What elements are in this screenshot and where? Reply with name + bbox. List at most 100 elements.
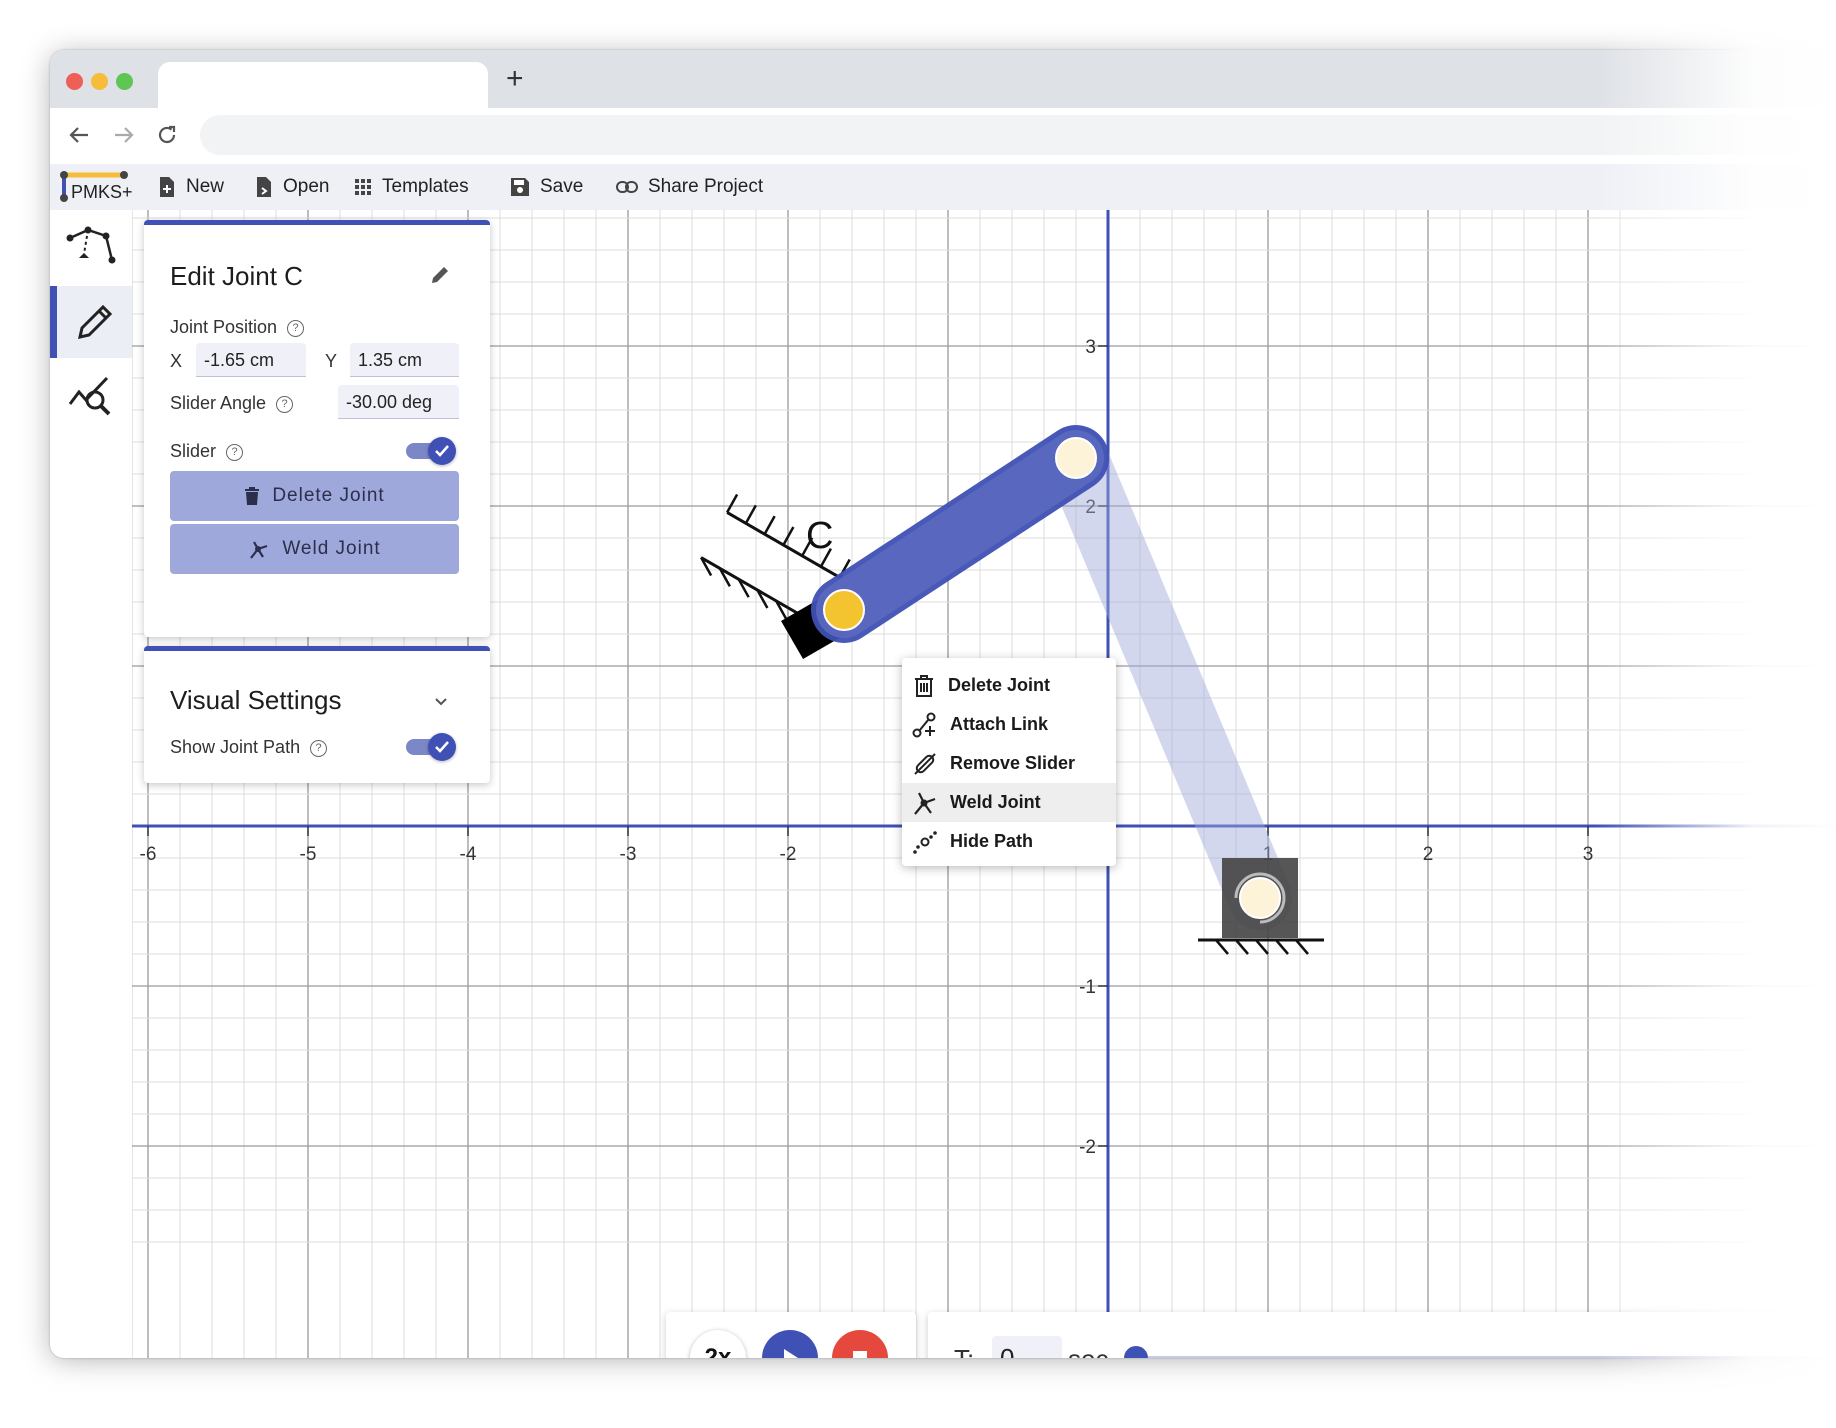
time-input[interactable]: 0 (992, 1336, 1062, 1358)
edit-joint-title: Edit Joint C (170, 261, 303, 291)
time-unit-label: sec (1068, 1344, 1108, 1358)
remove-slider-icon (914, 752, 936, 775)
x-position-field[interactable]: -1.65 cm (196, 343, 306, 377)
chevron-down-icon[interactable] (434, 697, 448, 707)
y-label: Y (325, 351, 338, 371)
joint-position-text: Joint Position (170, 317, 278, 337)
y-tick-label: 3 (1085, 337, 1096, 358)
delete-joint-label: Delete Joint (272, 485, 385, 506)
rail-item-edit[interactable] (50, 286, 132, 358)
save-menu-item[interactable]: Save (510, 173, 583, 201)
browser-window: + PMKS+ New Open Templates Save Share Pr… (50, 50, 1836, 1358)
slider-angle-label: Slider Angle? (170, 393, 294, 414)
pmks-logo[interactable]: PMKS+ (58, 170, 133, 204)
minimize-window-button[interactable] (91, 73, 108, 90)
x-tick-label: 3 (1583, 844, 1594, 865)
ground-hatch (1235, 939, 1249, 955)
ground-hatch (1215, 939, 1229, 955)
weld-joint-label: Weld Joint (282, 538, 381, 559)
y-tick-label: -2 (1079, 1137, 1096, 1158)
slider-text: Slider (170, 441, 217, 461)
forward-arrow-icon[interactable] (113, 124, 135, 151)
save-icon (511, 178, 529, 196)
slider-angle-field[interactable]: -30.00 deg (338, 385, 459, 419)
slider-angle-text: Slider Angle (170, 393, 267, 413)
ctx-remove-slider-label: Remove Slider (950, 753, 1076, 773)
share-project-menu-item[interactable]: Share Project (616, 173, 763, 201)
reload-icon[interactable] (156, 124, 178, 151)
ground-hatch (1295, 939, 1309, 955)
speed-button[interactable]: 2x (690, 1330, 746, 1358)
path-icon (913, 830, 937, 854)
x-label: X (170, 351, 183, 371)
check-icon (435, 741, 449, 753)
link-bc-fill (816, 430, 1104, 638)
share-project-menu-label: Share Project (648, 176, 764, 197)
joint-context-menu: Delete Joint Attach Link Remove Slider W… (902, 658, 1116, 866)
open-menu-label: Open (283, 176, 330, 197)
templates-menu-item[interactable]: Templates (354, 173, 469, 201)
slider-label: Slider? (170, 441, 244, 462)
ctx-delete-joint[interactable]: Delete Joint (902, 666, 1116, 705)
stop-button[interactable] (832, 1330, 888, 1358)
address-bar[interactable] (200, 115, 1836, 155)
analysis-chart-icon (68, 376, 111, 416)
x-tick-label: -2 (780, 844, 797, 865)
time-controls: T: 0 sec (928, 1312, 1836, 1358)
help-icon[interactable]: ? (310, 739, 328, 757)
new-menu-item[interactable]: New (158, 173, 224, 201)
x-tick-label: -3 (620, 844, 637, 865)
ctx-hide-path-label: Hide Path (950, 831, 1034, 851)
weld-joint-button[interactable]: Weld Joint (170, 524, 459, 574)
back-arrow-icon[interactable] (68, 124, 90, 151)
ground-hatch (1275, 939, 1289, 955)
ground-hatch (1255, 939, 1269, 955)
delete-joint-button[interactable]: Delete Joint (170, 471, 459, 521)
speed-label: 2x (704, 1344, 732, 1358)
stop-icon (853, 1351, 867, 1358)
joint-c-label: C (806, 515, 833, 557)
weld-icon (914, 792, 936, 815)
y-position-field[interactable]: 1.35 cm (350, 343, 459, 377)
show-joint-path-text: Show Joint Path (170, 737, 301, 757)
playback-controls: 2x (666, 1312, 916, 1358)
visual-settings-panel: Visual Settings Show Joint Path? (144, 646, 490, 783)
play-button[interactable] (762, 1330, 818, 1358)
show-joint-path-label: Show Joint Path? (170, 737, 328, 758)
browser-tab-active[interactable] (158, 62, 488, 108)
maximize-window-button[interactable] (116, 73, 133, 90)
new-menu-label: New (186, 176, 225, 197)
browser-toolbar (50, 108, 1836, 164)
slider-hatch (726, 493, 739, 514)
joint-c (823, 589, 865, 631)
rail-item-analysis[interactable] (50, 360, 132, 432)
help-icon[interactable]: ? (226, 443, 244, 461)
ctx-hide-path[interactable]: Hide Path (902, 822, 1116, 861)
open-file-icon (257, 177, 271, 197)
close-window-button[interactable] (66, 73, 83, 90)
templates-menu-label: Templates (382, 176, 469, 197)
trash-icon (245, 487, 260, 505)
open-menu-item[interactable]: Open (255, 173, 329, 201)
help-icon[interactable]: ? (276, 395, 294, 413)
rename-pencil-icon[interactable] (430, 265, 450, 285)
help-icon[interactable]: ? (287, 319, 305, 337)
ctx-remove-slider[interactable]: Remove Slider (902, 744, 1116, 783)
trash-icon (915, 674, 933, 697)
new-tab-button[interactable]: + (506, 64, 524, 94)
ctx-attach-link[interactable]: Attach Link (902, 705, 1116, 744)
time-slider-thumb[interactable] (1124, 1346, 1148, 1358)
joint-position-label: Joint Position? (170, 317, 305, 338)
link-icon (616, 181, 638, 193)
ctx-weld-joint[interactable]: Weld Joint (902, 783, 1116, 822)
browser-tab-strip: + (50, 50, 1836, 108)
joint-b (1055, 437, 1097, 479)
grid-icon (355, 179, 371, 195)
show-joint-path-toggle[interactable] (406, 733, 456, 761)
new-file-icon (160, 177, 174, 197)
rail-item-synthesis[interactable] (50, 212, 132, 284)
x-tick-label: -5 (300, 844, 317, 865)
slider-toggle[interactable] (406, 437, 456, 465)
x-tick-label: -4 (460, 844, 477, 865)
time-slider-track[interactable] (1136, 1356, 1836, 1358)
